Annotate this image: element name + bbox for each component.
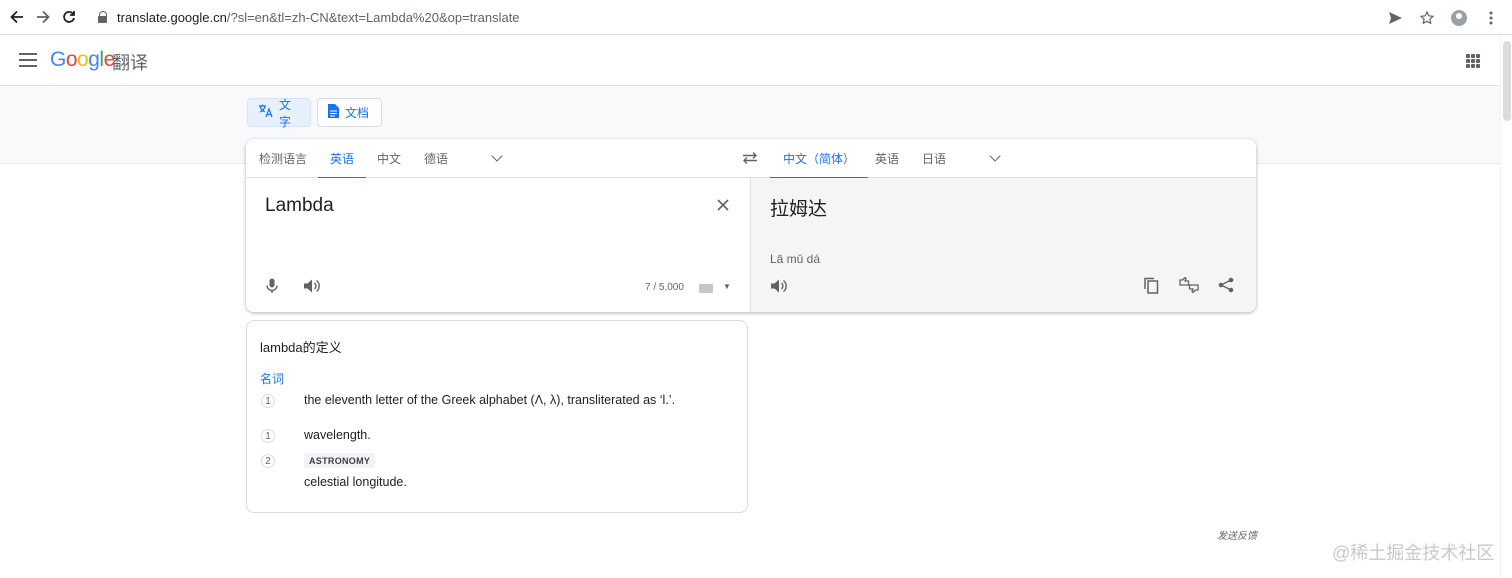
document-icon [328,104,339,121]
google-logo[interactable]: Google [50,48,115,72]
definitions-card: lambda的定义 名词 1 the eleventh letter of th… [246,320,748,513]
account-icon[interactable] [1446,5,1472,31]
menu-icon[interactable] [1478,5,1504,31]
apps-grid-icon[interactable] [1466,54,1480,68]
microphone-icon[interactable] [266,278,278,297]
back-icon[interactable] [4,4,30,30]
definition-number: 1 [261,429,275,443]
document-mode-label: 文档 [345,106,370,120]
target-lang-more-chevron-down-icon[interactable] [990,152,1000,162]
definition-text: the eleventh letter of the Greek alphabe… [304,393,676,407]
source-speaker-icon[interactable] [304,279,320,296]
source-pane[interactable]: Lambda 7 / 5,000 ▼ [246,178,750,312]
language-bar: 检测语言 英语 中文 德语 中文（简体） 英语 日语 [246,139,1256,179]
hamburger-menu-icon[interactable] [19,53,37,67]
target-pane: 拉姆达 Lā mǔ dá [750,178,1256,312]
keyboard-icon[interactable] [699,284,713,293]
definition-text: celestial longitude. [304,475,407,489]
address-bar[interactable]: translate.google.cn/?sl=en&tl=zh-CN&text… [98,10,520,25]
target-speaker-icon[interactable] [771,279,787,296]
definitions-title: lambda的定义 [260,340,342,355]
send-icon[interactable] [1382,5,1408,31]
share-icon[interactable] [1218,277,1234,298]
domain-label-chip: ASTRONOMY [304,453,376,468]
target-lang-japanese[interactable]: 日语 [922,139,946,178]
source-lang-more-chevron-down-icon[interactable] [492,152,502,162]
star-icon[interactable] [1414,5,1440,31]
send-feedback-link[interactable]: 发送反馈 [1217,527,1257,542]
url-path: /?sl=en&tl=zh-CN&text=Lambda%20&op=trans… [226,9,520,25]
source-lang-german[interactable]: 德语 [424,139,448,178]
scrollbar-thumb[interactable] [1503,41,1511,121]
scrollbar[interactable] [1500,35,1512,578]
target-lang-chinese-simplified[interactable]: 中文（简体） [770,139,869,179]
definition-number: 2 [261,454,275,468]
app-header: Google 翻译 [0,35,1512,86]
translation-output: 拉姆达 [770,199,828,220]
forward-icon[interactable] [30,4,56,30]
rate-translation-icon[interactable] [1179,276,1199,298]
romanization: Lā mǔ dá [770,252,821,266]
source-lang-english[interactable]: 英语 [318,139,367,179]
swap-languages-icon[interactable] [742,151,758,168]
translate-icon [258,104,273,121]
url-host: translate.google.cn [117,9,227,25]
translate-card: 检测语言 英语 中文 德语 中文（简体） 英语 日语 Lambda 7 / 5,… [246,139,1256,312]
source-lang-detect[interactable]: 检测语言 [259,139,307,178]
part-of-speech: 名词 [260,372,285,386]
definition-number: 1 [261,394,275,408]
input-tools-caret-icon[interactable]: ▼ [723,282,731,291]
target-lang-english[interactable]: 英语 [875,139,899,178]
text-mode-button[interactable]: 文字 [247,97,311,129]
source-textarea[interactable]: Lambda [265,195,334,217]
browser-toolbar: translate.google.cn/?sl=en&tl=zh-CN&text… [0,0,1512,35]
product-name: 翻译 [112,53,148,73]
lock-icon [98,11,108,23]
document-mode-button[interactable]: 文档 [317,98,382,127]
text-mode-label: 文字 [279,97,292,129]
watermark: @稀土掘金技术社区 [1332,543,1495,563]
clear-source-close-icon[interactable] [716,196,730,216]
source-lang-chinese[interactable]: 中文 [377,139,401,178]
definition-text: wavelength. [304,428,371,442]
copy-icon[interactable] [1144,277,1159,299]
reload-icon[interactable] [56,4,82,30]
character-count: 7 / 5,000 [645,282,684,293]
